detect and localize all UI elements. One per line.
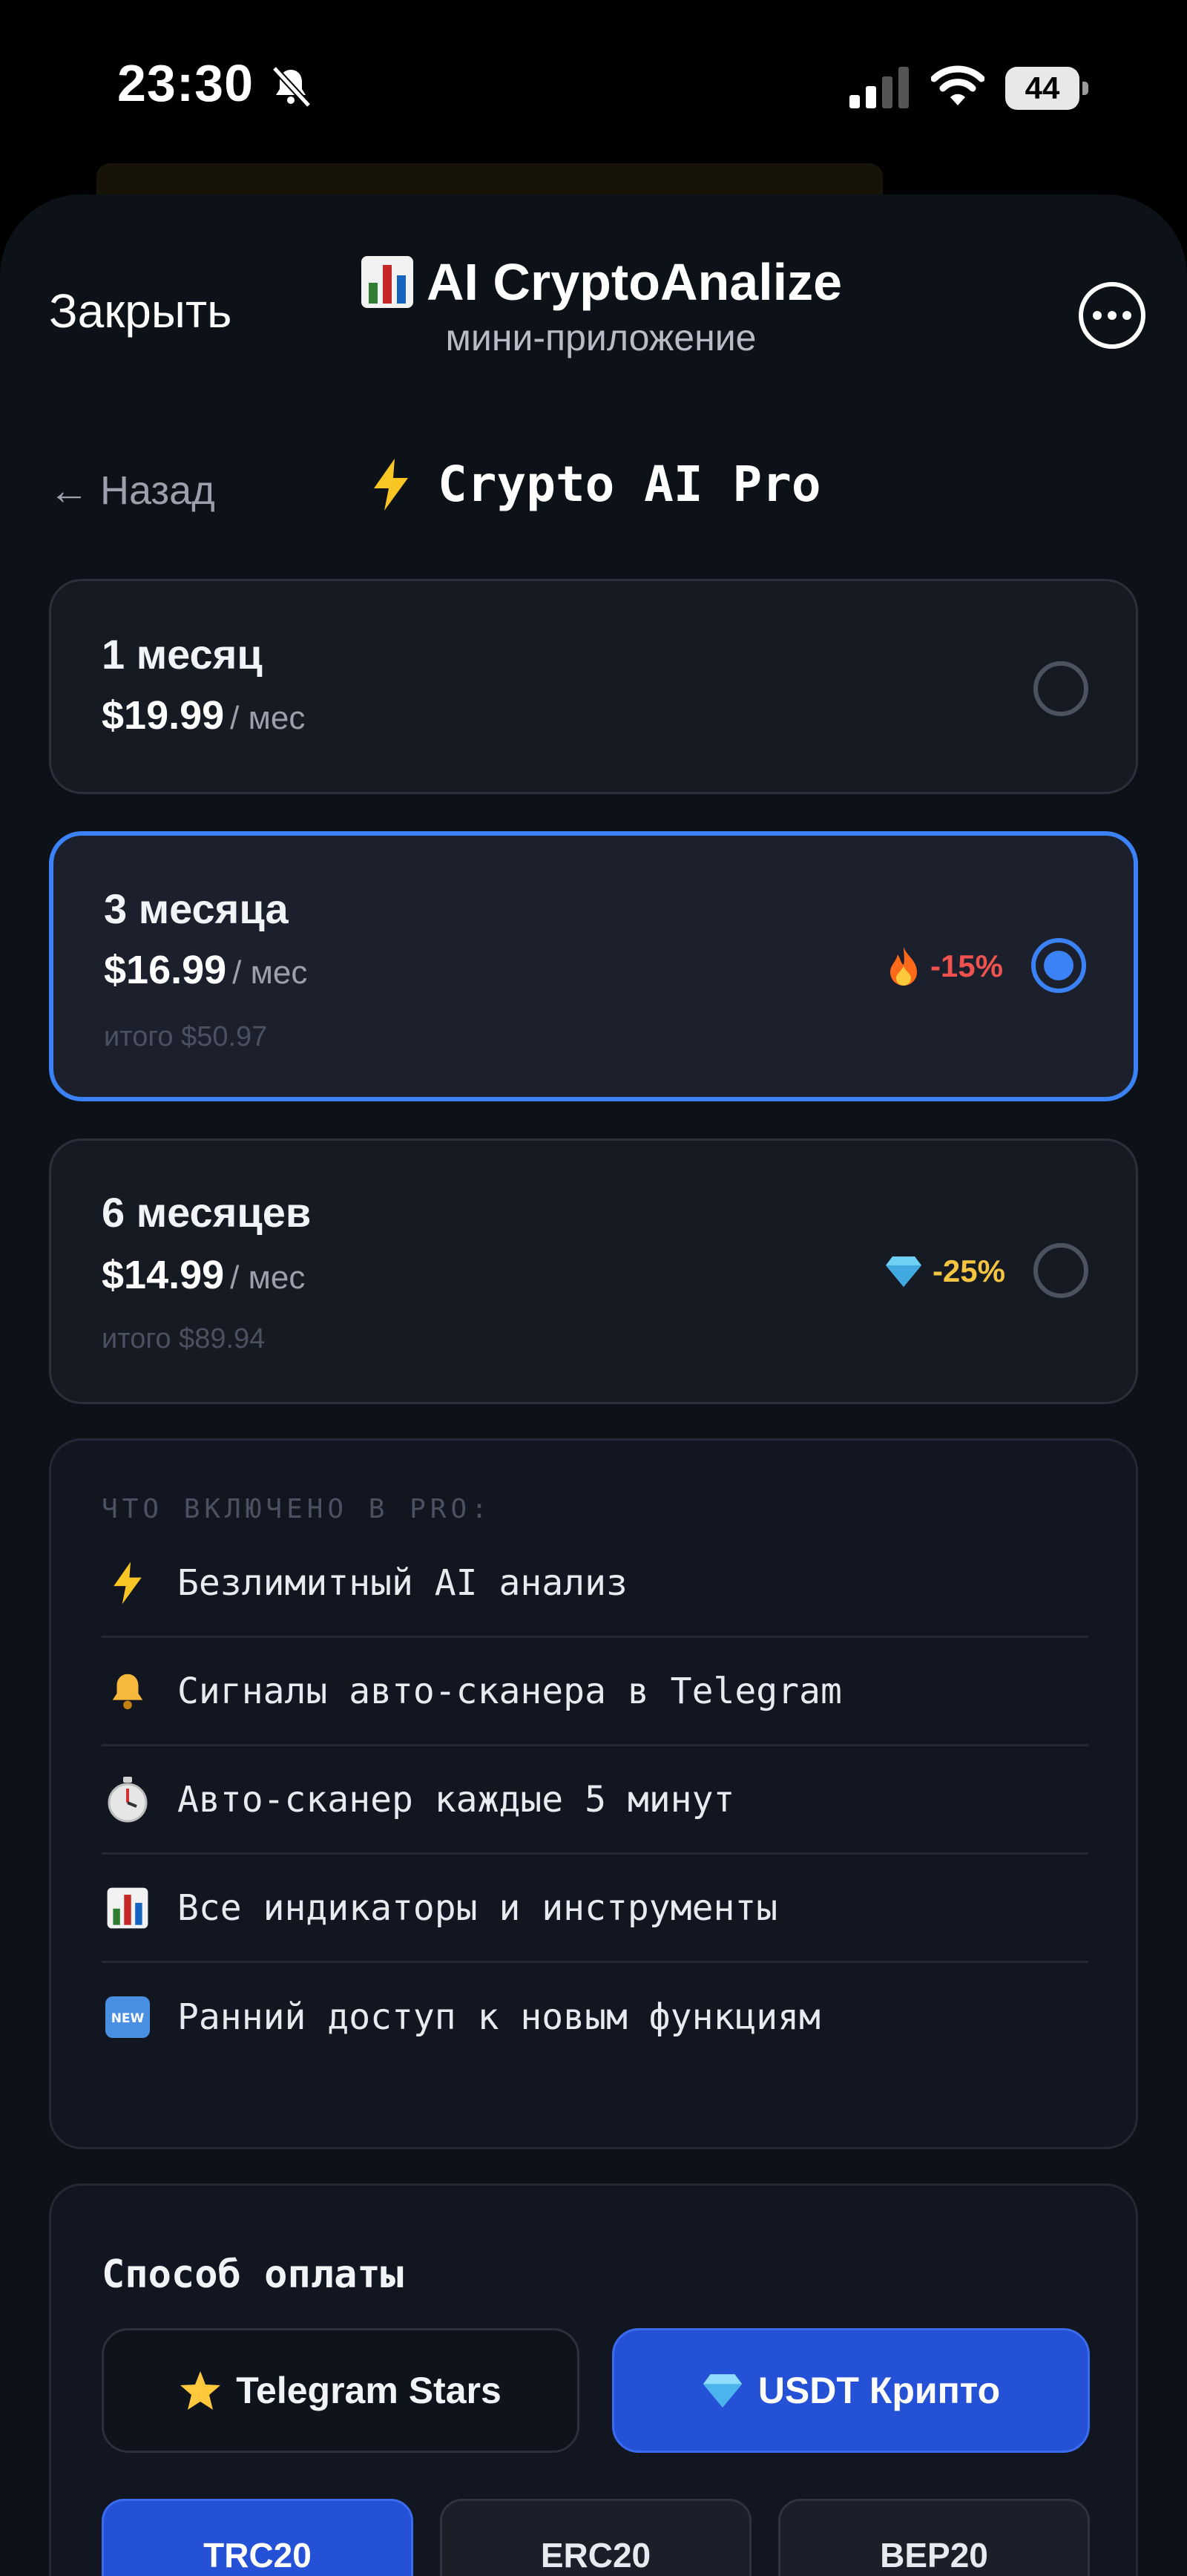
- app-title: AI CryptoAnalize мини-приложение: [356, 252, 846, 359]
- plan-name: 3 месяца: [104, 885, 289, 932]
- wifi-icon: [931, 65, 984, 105]
- page-title-text: Crypto AI Pro: [438, 456, 821, 513]
- network-option-bep20[interactable]: BEP20: [778, 2499, 1090, 2576]
- feature-item: NEW Ранний доступ к новым функциям: [102, 1963, 1088, 2071]
- feature-item: Все индикаторы и инструменты: [102, 1855, 1088, 1963]
- discount-badge: -25%: [885, 1253, 1005, 1289]
- feature-label: Авто-сканер каждые 5 минут: [177, 1778, 735, 1820]
- plan-card-3-months[interactable]: 3 месяца $16.99/ мес итого $50.97 -15%: [49, 831, 1138, 1101]
- bell-icon: [102, 1665, 154, 1717]
- feature-label: Все индикаторы и инструменты: [177, 1887, 778, 1929]
- chart-icon: [102, 1882, 154, 1934]
- page-title: Crypto AI Pro: [371, 456, 821, 513]
- plan-price-value: $16.99: [104, 948, 227, 992]
- plan-name: 6 месяцев: [102, 1189, 312, 1236]
- back-button[interactable]: ← Назад: [49, 468, 215, 514]
- plan-price-unit: / мес: [232, 954, 308, 991]
- payment-option-usdt-crypto[interactable]: USDT Крипто: [612, 2328, 1090, 2453]
- discount-value: -25%: [932, 1253, 1005, 1288]
- diamond-icon: [885, 1256, 921, 1287]
- new-icon: NEW: [102, 1991, 154, 2043]
- app-subtitle: мини-приложение: [445, 317, 757, 358]
- plan-card-6-months[interactable]: 6 месяцев $14.99/ мес итого $89.94 -25%: [49, 1138, 1138, 1404]
- status-time: 23:30: [117, 54, 254, 112]
- status-bar: 23:30 44: [0, 0, 1187, 208]
- payment-heading: Способ оплаты: [102, 2252, 404, 2297]
- app-name: AI CryptoAnalize: [426, 253, 843, 311]
- svg-text:NEW: NEW: [111, 2011, 145, 2026]
- plan-price: $14.99/ мес: [102, 1252, 305, 1298]
- payment-option-label: Telegram Stars: [236, 2370, 502, 2411]
- close-button[interactable]: Закрыть: [49, 284, 232, 338]
- fire-icon: [890, 947, 917, 986]
- feature-item: Авто-сканер каждые 5 минут: [102, 1746, 1088, 1855]
- battery-level: 44: [1025, 71, 1060, 105]
- plan-radio[interactable]: [1033, 661, 1088, 716]
- cellular-signal-icon: [849, 67, 909, 108]
- plan-price-value: $19.99: [102, 693, 225, 738]
- plan-radio[interactable]: [1031, 938, 1086, 993]
- plan-price: $16.99/ мес: [104, 947, 307, 993]
- payment-option-telegram-stars[interactable]: Telegram Stars: [102, 2328, 579, 2453]
- plan-price-unit: / мес: [230, 700, 306, 736]
- plan-radio[interactable]: [1033, 1243, 1088, 1298]
- bell-muted-icon: [272, 65, 312, 108]
- discount-value: -15%: [930, 948, 1003, 983]
- feature-label: Безлимитный AI анализ: [177, 1561, 628, 1604]
- pro-features-card: ЧТО ВКЛЮЧЕНО В PRO: Безлимитный AI анали…: [49, 1438, 1138, 2149]
- more-options-button[interactable]: [1079, 282, 1145, 349]
- lightning-icon: [374, 458, 408, 511]
- lightning-icon: [102, 1557, 154, 1609]
- plan-total: итого $89.94: [102, 1323, 266, 1354]
- plan-total: итого $50.97: [104, 1021, 268, 1052]
- features-heading: ЧТО ВКЛЮЧЕНО В PRO:: [102, 1494, 492, 1524]
- feature-label: Сигналы авто-сканера в Telegram: [177, 1670, 842, 1712]
- chart-icon: [361, 256, 413, 308]
- network-option-erc20[interactable]: ERC20: [440, 2499, 752, 2576]
- feature-item: Безлимитный AI анализ: [102, 1530, 1088, 1638]
- battery-icon: 44: [1005, 67, 1088, 110]
- payment-method-card: Способ оплаты Telegram Stars USDT Крипто…: [49, 2183, 1138, 2576]
- stopwatch-icon: [102, 1774, 154, 1826]
- discount-badge: -15%: [887, 947, 1003, 986]
- network-option-trc20[interactable]: TRC20: [102, 2499, 413, 2576]
- payment-option-label: USDT Крипто: [757, 2370, 1001, 2411]
- plan-card-1-month[interactable]: 1 месяц $19.99/ мес: [49, 579, 1138, 794]
- diamond-icon: [703, 2374, 742, 2408]
- plan-price-value: $14.99: [102, 1253, 225, 1297]
- feature-label: Ранний доступ к новым функциям: [177, 1996, 821, 2038]
- plan-price-unit: / мес: [230, 1259, 306, 1296]
- mini-app-sheet: Закрыть AI CryptoAnalize мини-приложение…: [0, 194, 1187, 2576]
- star-icon: [180, 2371, 221, 2410]
- feature-item: Сигналы авто-сканера в Telegram: [102, 1638, 1088, 1746]
- plan-price: $19.99/ мес: [102, 692, 305, 738]
- plan-name: 1 месяц: [102, 631, 263, 678]
